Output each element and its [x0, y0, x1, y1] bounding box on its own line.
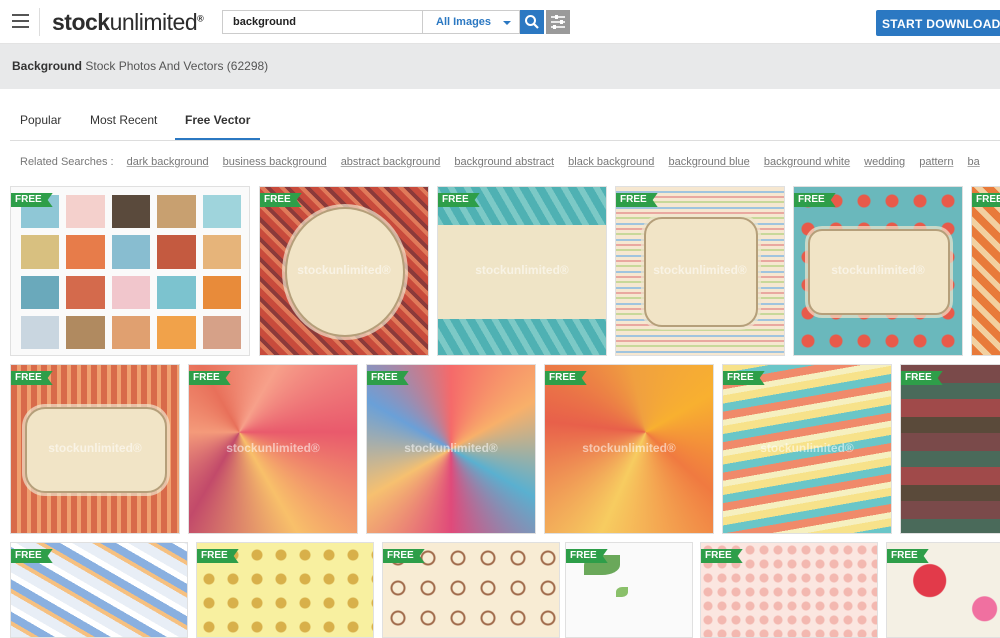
related-link[interactable]: ba [968, 156, 980, 168]
watermark: stockunlimited® [226, 440, 320, 455]
free-badge: FREE [701, 549, 743, 563]
related-link[interactable]: pattern [919, 156, 953, 168]
image-thumbnail[interactable]: stockunlimited® FREE [366, 364, 536, 534]
related-link[interactable]: background abstract [454, 156, 554, 168]
image-thumbnail[interactable]: stockunlimited® FREE [544, 364, 714, 534]
tab-most-recent[interactable]: Most Recent [80, 106, 167, 140]
related-link[interactable]: dark background [127, 156, 209, 168]
image-thumbnail[interactable]: FREE [10, 542, 188, 638]
logo[interactable]: stockunlimited® [52, 9, 204, 36]
header-divider [39, 8, 40, 36]
image-thumbnail[interactable]: FREE [900, 364, 1000, 534]
image-thumbnail[interactable]: FREE [700, 542, 878, 638]
top-header: stockunlimited® background All Images ST… [0, 0, 1000, 44]
free-badge: FREE [11, 193, 53, 207]
free-badge: FREE [383, 549, 425, 563]
free-badge: FREE [566, 549, 608, 563]
image-thumbnail[interactable]: stockunlimited® FREE [722, 364, 892, 534]
related-link[interactable]: wedding [864, 156, 905, 168]
free-badge: FREE [197, 549, 239, 563]
free-badge: FREE [260, 193, 302, 207]
watermark: stockunlimited® [475, 262, 569, 277]
chevron-down-icon [503, 21, 511, 25]
free-badge: FREE [189, 371, 231, 385]
related-searches: Related Searches : dark background busin… [20, 156, 1000, 170]
free-badge: FREE [545, 371, 587, 385]
related-link[interactable]: background white [764, 156, 850, 168]
related-link[interactable]: abstract background [341, 156, 441, 168]
related-link[interactable]: black background [568, 156, 654, 168]
image-thumbnail[interactable]: stockunlimited® FREE [437, 186, 607, 356]
image-thumbnail[interactable]: FREE [196, 542, 374, 638]
tabs-divider [10, 140, 1000, 141]
results-summary: Background Stock Photos And Vectors (622… [0, 44, 1000, 89]
free-badge: FREE [616, 193, 658, 207]
search-icon [525, 15, 539, 29]
free-badge: FREE [901, 371, 943, 385]
watermark: stockunlimited® [48, 440, 142, 455]
sliders-icon [551, 15, 565, 29]
watermark: stockunlimited® [831, 262, 925, 277]
image-thumbnail[interactable]: stockunlimited® FREE [615, 186, 785, 356]
start-downloading-button[interactable]: START DOWNLOADING [876, 10, 1000, 36]
watermark: stockunlimited® [653, 262, 747, 277]
free-badge: FREE [794, 193, 836, 207]
image-thumbnail[interactable]: stockunlimited® FREE [10, 364, 180, 534]
related-link[interactable]: business background [223, 156, 327, 168]
free-badge: FREE [367, 371, 409, 385]
watermark: stockunlimited® [404, 440, 498, 455]
free-badge: FREE [972, 193, 1000, 207]
free-badge: FREE [723, 371, 765, 385]
search-scope-select[interactable]: All Images [422, 10, 520, 34]
tab-free-vector[interactable]: Free Vector [175, 106, 261, 140]
image-thumbnail[interactable]: FREE [886, 542, 1000, 638]
related-link[interactable]: background blue [668, 156, 749, 168]
free-badge: FREE [11, 549, 53, 563]
menu-icon[interactable] [12, 14, 29, 28]
filter-button[interactable] [546, 10, 570, 34]
free-badge: FREE [11, 371, 53, 385]
image-thumbnail[interactable]: FREE [10, 186, 250, 356]
watermark: stockunlimited® [582, 440, 676, 455]
watermark: stockunlimited® [760, 440, 854, 455]
related-label: Related Searches : [20, 156, 114, 168]
image-thumbnail[interactable]: stockunlimited® FREE [793, 186, 963, 356]
watermark: stockunlimited® [297, 262, 391, 277]
image-thumbnail[interactable]: stockunlimited® FREE [188, 364, 358, 534]
image-thumbnail[interactable]: FREE [565, 542, 693, 638]
search-input[interactable]: background [222, 10, 422, 34]
free-badge: FREE [438, 193, 480, 207]
free-badge: FREE [887, 549, 929, 563]
image-thumbnail[interactable]: FREE [382, 542, 560, 638]
tab-popular[interactable]: Popular [10, 106, 71, 140]
image-thumbnail[interactable]: FREE [971, 186, 1000, 356]
search-button[interactable] [520, 10, 544, 34]
image-thumbnail[interactable]: stockunlimited® FREE [259, 186, 429, 356]
